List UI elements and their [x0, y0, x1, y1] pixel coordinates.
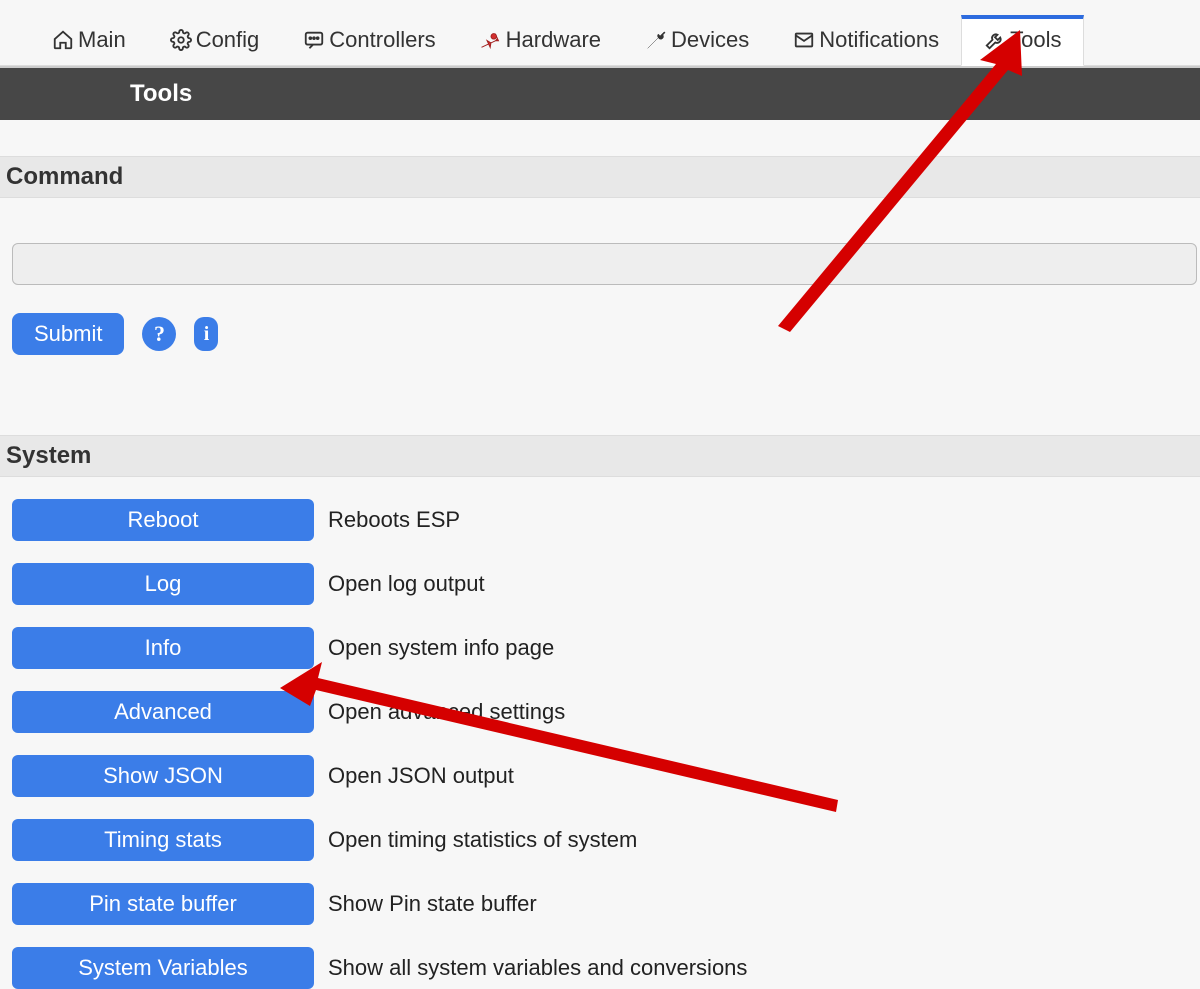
tab-devices[interactable]: Devices	[623, 15, 771, 65]
submit-button[interactable]: Submit	[12, 313, 124, 355]
reboot-button[interactable]: Reboot	[12, 499, 314, 541]
timing-desc: Open timing statistics of system	[328, 827, 637, 853]
sysvars-button[interactable]: System Variables	[12, 947, 314, 989]
wrench-icon	[984, 29, 1006, 51]
section-header-command: Command	[0, 156, 1200, 198]
system-row-reboot: Reboot Reboots ESP	[12, 499, 1200, 541]
log-desc: Open log output	[328, 571, 485, 597]
info-button[interactable]: i	[194, 317, 218, 351]
page-title: Tools	[0, 66, 1200, 120]
system-row-timing: Timing stats Open timing statistics of s…	[12, 819, 1200, 861]
info-desc: Open system info page	[328, 635, 554, 661]
mail-icon	[793, 29, 815, 51]
home-icon	[52, 29, 74, 51]
timing-button[interactable]: Timing stats	[12, 819, 314, 861]
tab-config[interactable]: Config	[148, 15, 282, 65]
reboot-desc: Reboots ESP	[328, 507, 460, 533]
showjson-desc: Open JSON output	[328, 763, 514, 789]
tab-notifications[interactable]: Notifications	[771, 15, 961, 65]
wrench-dark-icon	[645, 29, 667, 51]
tab-label: Hardware	[506, 27, 601, 53]
tab-label: Main	[78, 27, 126, 53]
tab-label: Tools	[1010, 27, 1061, 53]
command-controls: Submit ? i	[12, 313, 1200, 355]
tab-main[interactable]: Main	[30, 15, 148, 65]
advanced-desc: Open advanced settings	[328, 699, 565, 725]
system-row-showjson: Show JSON Open JSON output	[12, 755, 1200, 797]
advanced-button[interactable]: Advanced	[12, 691, 314, 733]
system-row-advanced: Advanced Open advanced settings	[12, 691, 1200, 733]
tab-label: Config	[196, 27, 260, 53]
help-button[interactable]: ?	[142, 317, 176, 351]
pin-icon	[480, 29, 502, 51]
log-button[interactable]: Log	[12, 563, 314, 605]
pinstate-desc: Show Pin state buffer	[328, 891, 537, 917]
tab-label: Controllers	[329, 27, 435, 53]
nav-tabs: Main Config Controllers Hardware Devices…	[0, 0, 1200, 66]
tab-label: Devices	[671, 27, 749, 53]
tab-controllers[interactable]: Controllers	[281, 15, 457, 65]
system-row-sysvars: System Variables Show all system variabl…	[12, 947, 1200, 989]
command-area: Submit ? i	[0, 198, 1200, 355]
system-row-info: Info Open system info page	[12, 627, 1200, 669]
speech-icon	[303, 29, 325, 51]
tab-tools[interactable]: Tools	[961, 15, 1084, 66]
system-row-log: Log Open log output	[12, 563, 1200, 605]
tab-label: Notifications	[819, 27, 939, 53]
command-input[interactable]	[12, 243, 1197, 285]
sysvars-desc: Show all system variables and conversion…	[328, 955, 747, 981]
system-row-pinstate: Pin state buffer Show Pin state buffer	[12, 883, 1200, 925]
info-button-row[interactable]: Info	[12, 627, 314, 669]
section-header-system: System	[0, 435, 1200, 477]
gear-icon	[170, 29, 192, 51]
system-list: Reboot Reboots ESP Log Open log output I…	[0, 477, 1200, 989]
pinstate-button[interactable]: Pin state buffer	[12, 883, 314, 925]
tab-hardware[interactable]: Hardware	[458, 15, 623, 65]
showjson-button[interactable]: Show JSON	[12, 755, 314, 797]
